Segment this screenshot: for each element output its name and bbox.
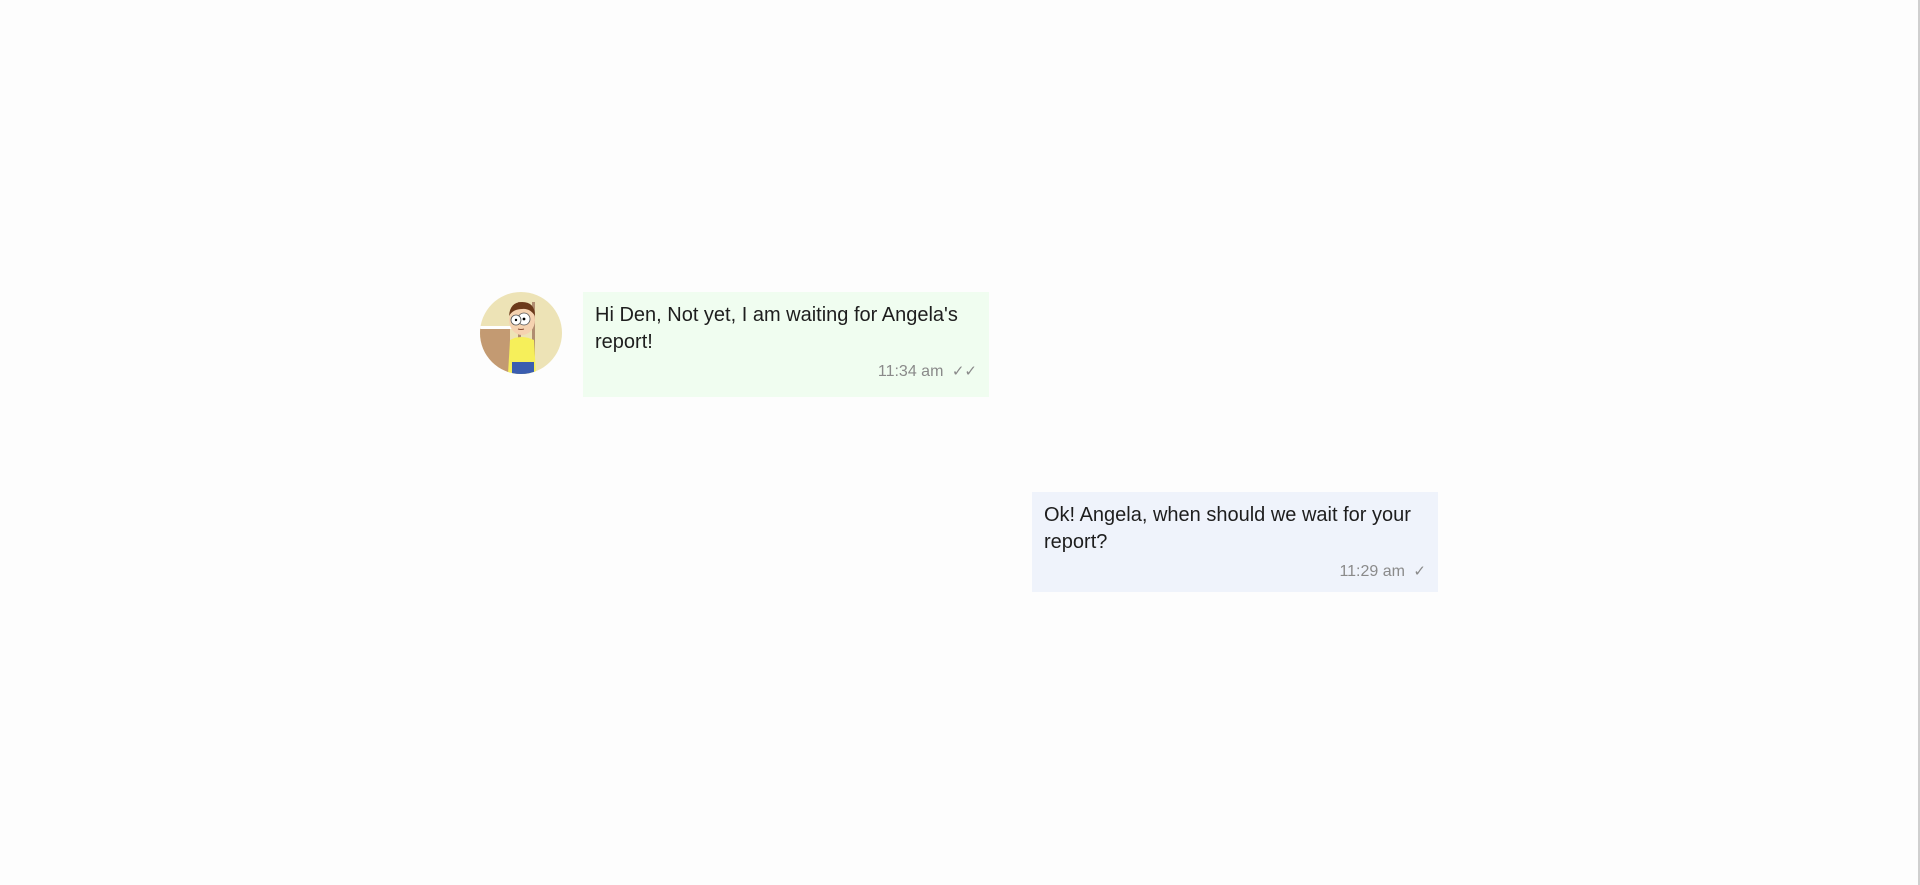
contact-avatar[interactable] bbox=[480, 292, 562, 374]
message-meta: 11:29 am ✓ bbox=[1044, 562, 1426, 581]
single-check-icon: ✓ bbox=[1413, 562, 1426, 580]
message-text: Ok! Angela, when should we wait for your… bbox=[1044, 504, 1411, 553]
chat-view: Hi Den, Not yet, I am waiting for Angela… bbox=[0, 0, 1920, 885]
message-text: Hi Den, Not yet, I am waiting for Angela… bbox=[595, 304, 958, 353]
outgoing-message-bubble[interactable]: Ok! Angela, when should we wait for your… bbox=[1032, 492, 1438, 592]
message-meta: 11:34 am ✓✓ bbox=[595, 362, 977, 381]
message-time: 11:29 am bbox=[1339, 563, 1405, 580]
double-check-icon: ✓✓ bbox=[951, 362, 977, 380]
message-time: 11:34 am bbox=[877, 363, 944, 380]
cartoon-character-avatar-icon bbox=[480, 292, 562, 374]
incoming-message-bubble[interactable]: Hi Den, Not yet, I am waiting for Angela… bbox=[583, 292, 989, 397]
